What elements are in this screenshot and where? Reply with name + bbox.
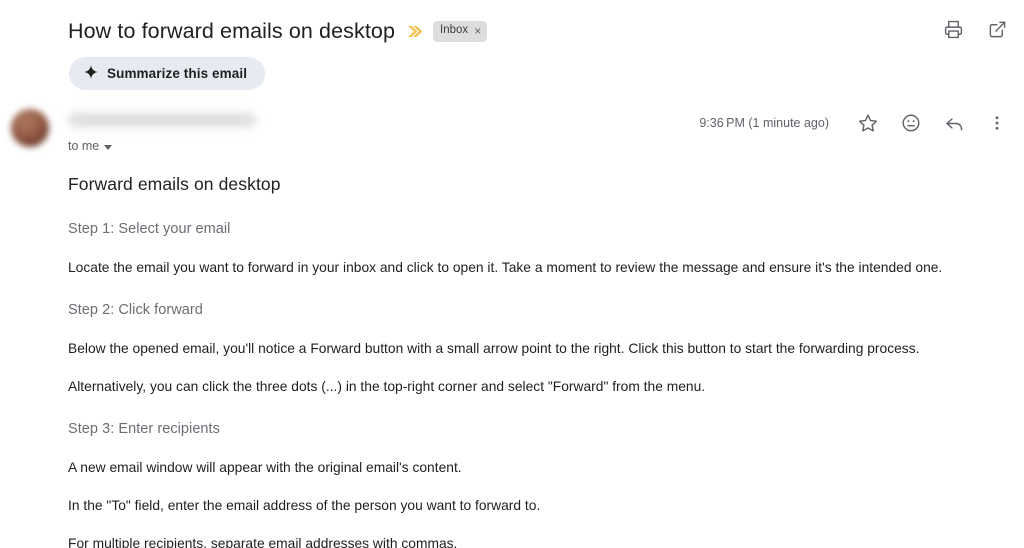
body-paragraph: Locate the email you want to forward in … xyxy=(68,260,943,275)
step-heading: Step 3: Enter recipients xyxy=(68,421,220,437)
thread-header: How to forward emails on desktop Inbox × xyxy=(0,0,1024,90)
step-heading: Step 2: Click forward xyxy=(68,302,203,318)
body-paragraph: Alternatively, you can click the three d… xyxy=(68,379,706,394)
step-heading: Step 1: Select your email xyxy=(68,221,231,237)
body-paragraph: For multiple recipients, separate email … xyxy=(68,536,458,548)
thread-header-actions xyxy=(940,16,1010,42)
body-paragraph: In the "To" field, enter the email addre… xyxy=(68,498,541,513)
recipient-expander[interactable]: to me xyxy=(68,138,113,154)
reply-button[interactable] xyxy=(941,110,967,136)
print-button[interactable] xyxy=(940,16,966,42)
sender-block: to me xyxy=(68,104,256,155)
sparkle-icon xyxy=(84,65,98,82)
subject-row: How to forward emails on desktop Inbox × xyxy=(68,14,1004,48)
avatar xyxy=(11,109,49,147)
double-chevron-importance-icon[interactable] xyxy=(407,25,423,38)
open-in-new-window-button[interactable] xyxy=(984,16,1010,42)
body-paragraph: A new email window will appear with the … xyxy=(68,460,462,475)
summarize-row: Summarize this email xyxy=(68,57,1004,90)
summarize-button-label: Summarize this email xyxy=(107,66,248,81)
message-header: to me 9:36 PM (1 minute ago) xyxy=(0,104,1024,154)
body-title: Forward emails on desktop xyxy=(68,174,281,194)
recipient-label: to me xyxy=(68,139,100,153)
label-chip-text: Inbox xyxy=(440,23,469,36)
sender-name xyxy=(68,113,256,127)
message-actions: 9:36 PM (1 minute ago) xyxy=(699,110,1010,136)
gmail-message-view: How to forward emails on desktop Inbox × xyxy=(0,0,1024,548)
summarize-this-email-button[interactable]: Summarize this email xyxy=(69,57,266,90)
label-chip-inbox[interactable]: Inbox × xyxy=(433,20,488,42)
message-timestamp: 9:36 PM (1 minute ago) xyxy=(699,116,829,130)
star-button[interactable] xyxy=(855,110,881,136)
body-blocks: Step 1: Select your email Locate the emai… xyxy=(68,219,998,548)
close-icon[interactable]: × xyxy=(474,25,481,37)
more-options-button[interactable] xyxy=(984,110,1010,136)
message-body: Forward emails on desktop Step 1: Select… xyxy=(68,172,998,548)
body-paragraph: Below the opened email, you'll notice a … xyxy=(68,341,920,356)
page-title: How to forward emails on desktop xyxy=(68,19,396,43)
add-reaction-button[interactable] xyxy=(898,110,924,136)
caret-down-icon xyxy=(104,144,113,150)
